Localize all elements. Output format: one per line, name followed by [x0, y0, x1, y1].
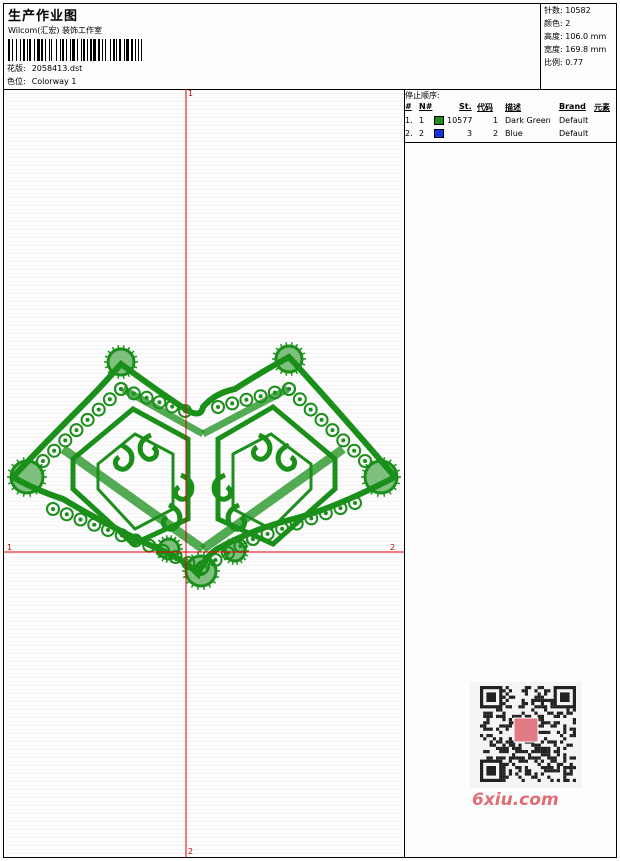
col-header-element: 元素: [594, 103, 610, 112]
barcode: [8, 39, 142, 61]
row-index: 2.: [405, 129, 413, 138]
row-brand: Default: [559, 116, 589, 125]
row-code: 2: [493, 129, 499, 138]
watermark: 6xiu.com: [472, 790, 559, 810]
row-description: Blue: [505, 129, 523, 138]
row-code: 1: [493, 116, 499, 125]
col-header-needle: N#: [419, 102, 433, 111]
row-brand: Default: [559, 129, 589, 138]
stat-width: 宽度: 169.8 mm: [544, 45, 607, 54]
col-header-brand: Brand: [559, 102, 586, 111]
axis-label-bottom: 2: [188, 847, 194, 856]
row-description: Dark Green: [505, 116, 551, 125]
stat-height: 高度: 106.0 mm: [544, 32, 607, 41]
color-swatch: [434, 129, 444, 138]
embroidery-design: [3, 89, 404, 858]
row-stitches: 10577: [447, 116, 473, 125]
stats-panel: 针数: 10582 颜色: 2 高度: 106.0 mm 宽度: 169.8 m…: [540, 3, 618, 89]
qr-code: [470, 682, 582, 788]
sequence-title: 停止顺序:: [405, 91, 440, 100]
design-line: 花版: 2058413.dst: [7, 63, 82, 74]
col-header-index: #: [405, 102, 412, 111]
design-preview: 1 2 1 2: [3, 89, 405, 858]
axis-label-top: 1: [188, 89, 194, 98]
col-header-description: 描述: [505, 103, 521, 112]
row-needle: 1: [419, 116, 425, 125]
col-header-code: 代码: [477, 103, 493, 112]
col-header-stitches: St.: [459, 102, 472, 111]
axis-label-right: 2: [390, 543, 396, 552]
row-needle: 2: [419, 129, 425, 138]
stat-scale: 比例: 0.77: [544, 58, 584, 67]
design-label: 花版:: [7, 64, 26, 73]
stat-stitches: 针数: 10582: [544, 6, 591, 15]
colorway-value: Colorway 1: [31, 77, 77, 86]
color-swatch: [434, 116, 444, 125]
colorway-label: 色位:: [7, 77, 26, 86]
page-title: 生产作业图: [8, 9, 79, 24]
row-stitches: 3: [467, 129, 473, 138]
axis-label-left: 1: [7, 543, 13, 552]
stop-sequence-panel: 停止顺序: # N# St. 代码 描述 Brand 元素 1. 1 10577…: [405, 89, 617, 143]
row-index: 1.: [405, 116, 413, 125]
header: 生产作业图 Wilcom(汇宏) 装饰工作室 花版: 2058413.dst 色位…: [3, 3, 617, 90]
stat-colors: 颜色: 2: [544, 19, 571, 28]
company-name: Wilcom(汇宏) 装饰工作室: [8, 26, 103, 35]
design-file: 2058413.dst: [31, 64, 83, 73]
colorway-line: 色位: Colorway 1: [7, 76, 76, 87]
